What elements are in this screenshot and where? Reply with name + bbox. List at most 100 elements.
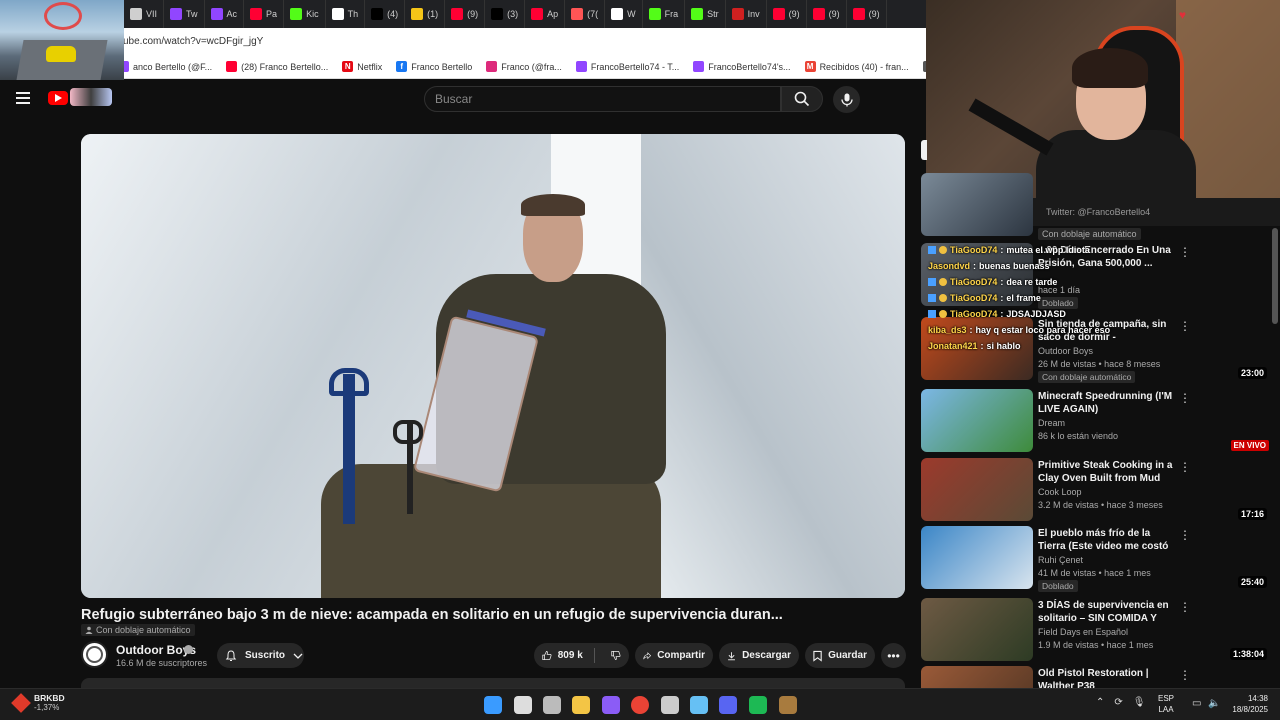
update-icon[interactable]: ⟳ bbox=[1114, 697, 1122, 708]
tab-label: (4) bbox=[387, 9, 399, 19]
search-icon[interactable] bbox=[514, 696, 532, 714]
github-desktop-icon[interactable] bbox=[661, 696, 679, 714]
discord-icon[interactable] bbox=[719, 696, 737, 714]
file-explorer-icon[interactable] bbox=[572, 696, 590, 714]
bookmark-item[interactable]: M Recibidos (40) - fran... bbox=[804, 61, 909, 72]
chat-message: Jonatan421: si hablo bbox=[928, 341, 1021, 351]
recommendation-channel[interactable]: Cook Loop bbox=[1038, 487, 1082, 497]
bookmark-item[interactable]: Franco (@fra... bbox=[486, 61, 562, 72]
recommendation-channel[interactable]: Dream bbox=[1038, 418, 1065, 428]
browser-tab[interactable]: Fra bbox=[643, 0, 686, 28]
browser-tab[interactable]: (9) bbox=[767, 0, 807, 28]
search-box[interactable] bbox=[424, 86, 781, 112]
search-input[interactable] bbox=[435, 92, 780, 106]
recommendation-title[interactable]: Primitive Steak Cooking in a Clay Oven B… bbox=[1038, 459, 1174, 485]
recommendation-thumbnail[interactable] bbox=[921, 526, 1033, 589]
microphone-tray-icon[interactable]: 🎙 bbox=[1133, 697, 1146, 708]
url-text[interactable]: ube.com/watch?v=wcDFgir_jgY bbox=[123, 36, 263, 47]
recommendation-item[interactable]: 1:38:04 3 DÍAS de supervivencia en solita… bbox=[921, 598, 1271, 664]
recommendation-title[interactable]: El pueblo más frío de la Tierra (Este vi… bbox=[1038, 527, 1174, 553]
browser-tab[interactable]: (9) bbox=[847, 0, 887, 28]
chat-message: Jasondvd: buenas buenass bbox=[928, 261, 1050, 271]
language-indicator[interactable]: ESP LAA bbox=[1158, 693, 1174, 715]
stock-down-icon bbox=[11, 692, 31, 713]
car-image bbox=[46, 46, 76, 62]
more-vert-icon[interactable]: ⋮ bbox=[1179, 391, 1191, 405]
more-vert-icon[interactable]: ⋮ bbox=[1179, 245, 1191, 259]
browser-tab[interactable]: Kic bbox=[284, 0, 326, 28]
browser-tab[interactable]: (7( bbox=[565, 0, 606, 28]
recommendation-item[interactable]: EN VIVO Minecraft Speedrunning (I'M LIVE … bbox=[921, 389, 1271, 455]
browser-tab[interactable]: VII bbox=[124, 0, 165, 28]
recommendation-item[interactable]: 17:16 Primitive Steak Cooking in a Clay O… bbox=[921, 458, 1271, 524]
browser-tab[interactable]: Ac bbox=[205, 0, 245, 28]
like-button[interactable]: 809 k bbox=[534, 643, 629, 668]
browser-tab[interactable]: (4) bbox=[365, 0, 406, 28]
more-vert-icon[interactable]: ⋮ bbox=[1179, 528, 1191, 542]
recommendation-channel[interactable]: Ruhi Çenet bbox=[1038, 555, 1083, 565]
windows-start-icon[interactable] bbox=[484, 696, 502, 714]
more-vert-icon[interactable]: ⋮ bbox=[1179, 319, 1191, 333]
download-button[interactable]: Descargar bbox=[719, 643, 799, 668]
volume-icon[interactable]: 🔈 bbox=[1208, 698, 1220, 709]
mod-badge-icon bbox=[939, 310, 947, 318]
browser-tab[interactable]: (9) bbox=[445, 0, 486, 28]
recommendation-item[interactable]: 25:40 El pueblo más frío de la Tierra (Es… bbox=[921, 526, 1271, 592]
video-player[interactable] bbox=[81, 134, 905, 598]
person-icon bbox=[85, 626, 93, 634]
share-button[interactable]: Compartir bbox=[635, 643, 713, 668]
spotify-icon[interactable] bbox=[749, 696, 767, 714]
youtube-logo-icon[interactable] bbox=[48, 91, 68, 105]
browser-tab[interactable]: Str bbox=[685, 0, 726, 28]
bookmark-item[interactable]: FrancoBertello74 - T... bbox=[575, 61, 679, 72]
bookmark-item[interactable]: (28) Franco Bertello... bbox=[226, 61, 328, 72]
bookmark-item[interactable]: FrancoBertello74's... bbox=[693, 61, 791, 72]
recommendation-thumbnail[interactable] bbox=[921, 458, 1033, 521]
channel-avatar[interactable] bbox=[81, 641, 108, 668]
save-button[interactable]: Guardar bbox=[805, 643, 875, 668]
browser-tab[interactable]: Ap bbox=[525, 0, 566, 28]
browser-tab[interactable]: Th bbox=[326, 0, 366, 28]
bookmark-item[interactable]: f Franco Bertello bbox=[396, 61, 472, 72]
bookmark-item[interactable]: anco Bertello (@F... bbox=[118, 61, 212, 72]
tab-favicon-icon bbox=[130, 8, 142, 20]
bookmark-favicon-icon bbox=[226, 61, 238, 72]
task-view-icon[interactable] bbox=[543, 696, 561, 714]
stock-widget[interactable]: BRKBD -1,37% bbox=[11, 692, 65, 713]
obs-icon[interactable] bbox=[602, 696, 620, 714]
thumbs-down-icon[interactable] bbox=[611, 649, 621, 662]
browser-tab[interactable]: Pa bbox=[244, 0, 285, 28]
browser-tab[interactable]: Tw bbox=[164, 0, 205, 28]
recommendation-channel[interactable]: Field Days en Español bbox=[1038, 627, 1128, 637]
more-vert-icon[interactable]: ⋮ bbox=[1179, 460, 1191, 474]
bookmark-item[interactable]: N Netflix bbox=[342, 61, 382, 72]
sidebar-chip-edge[interactable] bbox=[921, 140, 927, 160]
clock[interactable]: 14:38 18/8/2025 bbox=[1224, 693, 1268, 715]
chrome-icon[interactable] bbox=[631, 696, 649, 714]
browser-tab[interactable]: (9) bbox=[807, 0, 847, 28]
recommendation-thumbnail-top[interactable] bbox=[921, 173, 1033, 236]
recommendation-thumbnail[interactable] bbox=[921, 598, 1033, 661]
hamburger-menu-icon[interactable] bbox=[16, 92, 30, 104]
address-bar[interactable]: ube.com/watch?v=wcDFgir_jgY bbox=[0, 28, 926, 55]
browser-tab[interactable]: (3) bbox=[485, 0, 526, 28]
recommendation-title[interactable]: Minecraft Speedrunning (I'M LIVE AGAIN) bbox=[1038, 390, 1174, 416]
recommendation-title[interactable]: 3 DÍAS de supervivencia en solitario – S… bbox=[1038, 599, 1174, 625]
voice-search-button[interactable] bbox=[833, 86, 860, 113]
video-duration: 17:16 bbox=[1237, 508, 1267, 520]
sidebar-scrollbar[interactable] bbox=[1272, 228, 1278, 324]
subscribed-button[interactable]: Suscrito bbox=[217, 643, 304, 668]
network-icon[interactable]: ▭ bbox=[1192, 698, 1201, 709]
browser-tab[interactable]: W bbox=[605, 0, 643, 28]
recommendation-thumbnail[interactable] bbox=[921, 389, 1033, 452]
more-vert-icon[interactable]: ⋮ bbox=[1179, 600, 1191, 614]
youtube-doodle[interactable] bbox=[70, 88, 112, 106]
browser-tab[interactable]: Inv bbox=[726, 0, 767, 28]
more-vert-icon[interactable]: ⋮ bbox=[1179, 668, 1191, 682]
valorant-app-icon[interactable] bbox=[779, 696, 797, 714]
chevron-up-icon[interactable]: ⌃ bbox=[1096, 697, 1104, 708]
more-actions-button[interactable]: ••• bbox=[881, 643, 906, 668]
steam-icon[interactable] bbox=[690, 696, 708, 714]
search-button[interactable] bbox=[781, 86, 823, 112]
browser-tab[interactable]: (1) bbox=[405, 0, 446, 28]
